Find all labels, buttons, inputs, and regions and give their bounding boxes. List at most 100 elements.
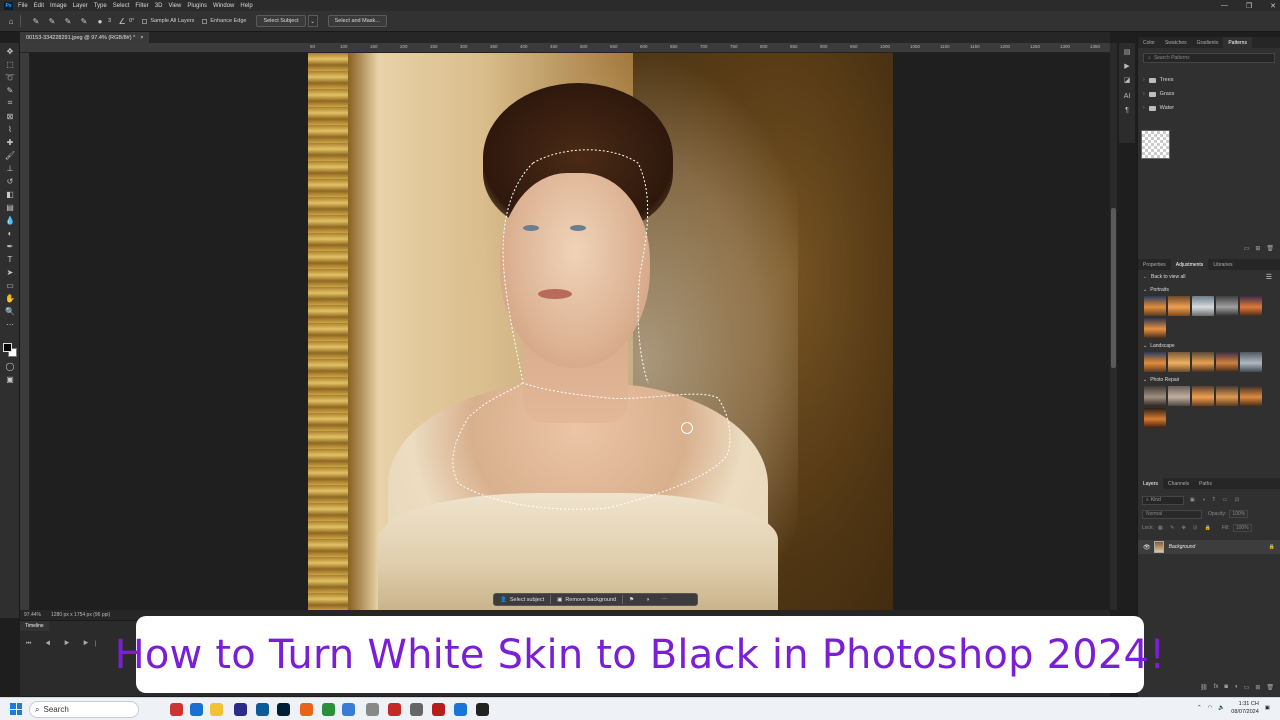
preset-thumbnail[interactable]: [1240, 386, 1262, 406]
app-icon[interactable]: [410, 703, 423, 716]
frame-tool-icon[interactable]: ⊠: [4, 111, 16, 121]
menu-view[interactable]: View: [168, 3, 181, 9]
close-tab-icon[interactable]: ×: [140, 35, 143, 41]
menu-layer[interactable]: Layer: [73, 3, 88, 9]
adjustment-icon[interactable]: ◑: [640, 593, 655, 606]
crop-tool-icon[interactable]: ⌗: [4, 98, 16, 108]
new-layer-icon[interactable]: ⊞: [1255, 684, 1260, 691]
lasso-tool-icon[interactable]: ➰: [4, 72, 16, 82]
home-icon[interactable]: ⌂: [6, 16, 16, 26]
dodge-tool-icon[interactable]: ◐: [4, 228, 16, 238]
menu-3d[interactable]: 3D: [155, 3, 163, 9]
menu-file[interactable]: File: [18, 3, 28, 9]
patterns-search-input[interactable]: ⌕ Search Patterns: [1143, 53, 1275, 63]
app-icon[interactable]: [454, 703, 467, 716]
adjustment-section-photo-repair[interactable]: ⌄ Photo Repair: [1138, 374, 1280, 386]
more-options-icon[interactable]: ⋯: [655, 593, 673, 606]
generate-icon[interactable]: ⚑: [623, 593, 640, 606]
pattern-folder-grass[interactable]: › Grass: [1138, 87, 1280, 101]
preset-thumbnail[interactable]: [1216, 352, 1238, 372]
preset-thumbnail[interactable]: [1216, 386, 1238, 406]
photoshop-taskbar-icon[interactable]: [277, 703, 290, 716]
quick-mask-icon[interactable]: ◯: [4, 361, 16, 371]
angle-value[interactable]: 0°: [129, 18, 134, 24]
preset-thumbnail[interactable]: [1240, 296, 1262, 316]
menu-help[interactable]: Help: [240, 3, 252, 9]
windows-start-icon[interactable]: [10, 703, 22, 715]
pen-tool-icon[interactable]: ✒: [4, 241, 16, 251]
remove-background-button[interactable]: ▣ Remove background: [551, 593, 622, 606]
delete-icon[interactable]: 🗑: [1266, 684, 1274, 691]
list-view-icon[interactable]: ☰: [1266, 273, 1272, 281]
menu-image[interactable]: Image: [50, 3, 67, 9]
new-group-icon[interactable]: ▭: [1244, 245, 1250, 252]
actions-panel-icon[interactable]: ▶: [1122, 61, 1132, 71]
zoom-tool-icon[interactable]: 🔍: [4, 306, 16, 316]
app-icon[interactable]: [322, 703, 335, 716]
transparent-pattern-swatch[interactable]: [1141, 130, 1170, 159]
canvas-area[interactable]: 👤 Select subject ▣ Remove background ⚑ ◑…: [30, 53, 1110, 610]
tab-adjustments[interactable]: Adjustments: [1170, 259, 1209, 270]
portrait-photo[interactable]: [308, 53, 893, 610]
document-size[interactable]: 1280 px x 1754 px (96 ppi): [51, 612, 110, 618]
preset-thumbnail[interactable]: [1216, 296, 1238, 316]
preset-thumbnail[interactable]: [1168, 296, 1190, 316]
preset-thumbnail[interactable]: [1168, 352, 1190, 372]
fill-value[interactable]: 100%: [1232, 524, 1252, 532]
app-icon[interactable]: [432, 703, 445, 716]
back-to-view-all-link[interactable]: ← Back to view all ☰: [1138, 270, 1280, 284]
preset-thumbnail[interactable]: [1240, 352, 1262, 372]
chevron-up-icon[interactable]: ⌃: [1197, 705, 1202, 711]
eye-visibility-icon[interactable]: 👁: [1143, 544, 1151, 551]
notification-icon[interactable]: ▣: [1265, 705, 1270, 711]
preset-thumbnail[interactable]: [1144, 408, 1166, 428]
new-pattern-icon[interactable]: ⊞: [1255, 245, 1260, 252]
volume-icon[interactable]: 🔈: [1218, 705, 1225, 711]
timeline-playback-controls[interactable]: ⏮ ◀ ▶ ▶|: [26, 641, 102, 648]
subtract-from-selection-icon[interactable]: ✎: [79, 16, 89, 26]
menu-edit[interactable]: Edit: [34, 3, 44, 9]
adjustment-layer-icon[interactable]: ◑: [1234, 684, 1238, 691]
mask-icon[interactable]: ◙: [1224, 684, 1228, 691]
app-icon[interactable]: [476, 703, 489, 716]
menu-select[interactable]: Select: [113, 3, 130, 9]
file-explorer-icon[interactable]: [210, 703, 223, 716]
preset-thumbnail[interactable]: [1192, 296, 1214, 316]
preset-thumbnail[interactable]: [1192, 352, 1214, 372]
ai-panel-icon[interactable]: AI: [1122, 91, 1132, 101]
pattern-folder-water[interactable]: › Water: [1138, 101, 1280, 115]
select-subject-button[interactable]: Select Subject: [256, 15, 306, 27]
eraser-tool-icon[interactable]: ◧: [4, 189, 16, 199]
app-icon[interactable]: [388, 703, 401, 716]
tab-gradients[interactable]: Gradients: [1192, 37, 1224, 48]
brush-size-value[interactable]: 3: [108, 18, 111, 24]
paragraph-panel-icon[interactable]: ¶: [1122, 105, 1132, 115]
tab-channels[interactable]: Channels: [1163, 478, 1194, 489]
lock-icons[interactable]: ▦ ✎ ✥ ⊡ 🔒: [1158, 525, 1214, 531]
quick-selection-tool-icon[interactable]: ✎: [31, 16, 41, 26]
layer-kind-filter[interactable]: ⌕ Kind: [1142, 495, 1184, 505]
path-selection-tool-icon[interactable]: ➤: [4, 267, 16, 277]
timeline-tab[interactable]: Timeline: [20, 621, 49, 631]
tab-layers[interactable]: Layers: [1138, 478, 1164, 489]
preset-thumbnail[interactable]: [1144, 386, 1166, 406]
link-icon[interactable]: ⛓: [1200, 684, 1208, 691]
enhance-edge-checkbox[interactable]: [202, 18, 208, 24]
quick-selection-tool-icon[interactable]: ✎: [4, 85, 16, 95]
marquee-tool-icon[interactable]: ⬚: [4, 59, 16, 69]
chrome-icon[interactable]: [342, 703, 355, 716]
brush-tool-icon[interactable]: 🖌: [4, 150, 16, 160]
healing-brush-tool-icon[interactable]: ✚: [4, 137, 16, 147]
brush-size-dot-icon[interactable]: ●: [95, 16, 105, 26]
fx-icon[interactable]: fx: [1214, 684, 1219, 691]
move-tool-icon[interactable]: ✥: [4, 46, 16, 56]
sample-all-layers-checkbox[interactable]: [142, 18, 148, 24]
tab-patterns[interactable]: Patterns: [1223, 37, 1252, 48]
hand-tool-icon[interactable]: ✋: [4, 293, 16, 303]
adjustment-section-landscape[interactable]: ⌄ Landscape: [1138, 340, 1280, 352]
opacity-value[interactable]: 100%: [1229, 510, 1249, 518]
adjustment-section-portraits[interactable]: ⌄ Portraits: [1138, 284, 1280, 296]
tab-paths[interactable]: Paths: [1194, 478, 1217, 489]
tab-libraries[interactable]: Libraries: [1208, 259, 1237, 270]
zoom-level[interactable]: 97.44%: [24, 612, 41, 618]
